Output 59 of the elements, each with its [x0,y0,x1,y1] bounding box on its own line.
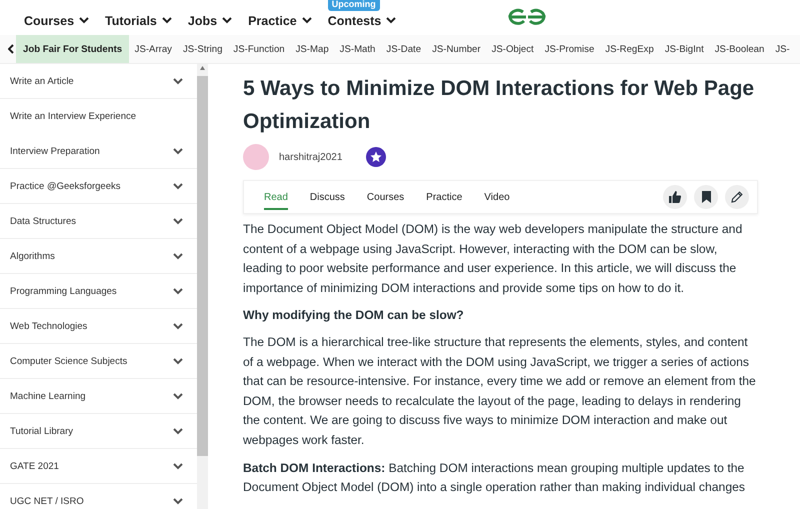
article-paragraph: The Document Object Model (DOM) is the way web developers manipulate the structure and content of a webpage using JavaScript. However, interacting with the DOM can be slow, leading to poor website performance and user experience. In this article, we will discuss the importance of minimizing DOM interactions and provide some tips on how to do it. [243,221,744,297]
like-button[interactable] [663,185,687,209]
bookmark-icon [702,191,710,203]
chevron-down-icon [173,182,183,190]
logo-icon[interactable] [507,7,547,27]
article-tab[interactable]: Courses [366,184,404,210]
tag-link[interactable]: JS-Boolean [709,35,770,63]
tag-link[interactable]: JS-Number [426,35,486,63]
author-name[interactable]: harshitraj2021 [279,152,342,162]
tag-link[interactable]: JS-Array [129,35,178,63]
tag-link[interactable]: JS-String [177,35,228,63]
tag-link[interactable]: JS-BigInt [659,35,710,63]
tag-link[interactable]: JS-Date [380,35,427,63]
star-badge-icon [366,147,386,167]
chevron-down-icon [173,218,183,224]
tag-link[interactable]: JS-Map [290,35,334,63]
tag-link[interactable]: JS-Math [334,35,381,63]
tag-link[interactable]: JS-Function [228,35,290,63]
edit-button[interactable] [725,185,749,209]
chevron-down-icon [173,358,183,364]
chevron-down-icon [173,428,183,434]
article-paragraph: The DOM is a hierarchical tree-like structure that represents the elements, styles, and content of a webpage. When we interact with the DOM using JavaScript, we trigger a series of actions that can be resource-intensive. For instance, every time we add or remove an element from the DOM, the browser needs to recalculate the layout of the page, leading to delays in rendering the content. We are going to discuss five ways to minimize DOM interaction and make out webpages work faster. [243,334,757,449]
chevron-down-icon [173,498,183,504]
chevron-down-icon [173,252,183,260]
tag-link[interactable]: JS- [770,35,796,63]
tag-link[interactable]: JS-RegExp [600,35,660,63]
article-paragraph: Batch DOM Interactions: Batching DOM interactions mean grouping multiple updates to the Document Object Model (DOM) into a single operation rather than making individual changes [243,460,746,496]
article-tab[interactable]: Read [264,184,288,210]
article-title: 5 Ways to Minimize DOM Interactions for Web Page Optimization [243,76,756,135]
tag-link[interactable]: JS-Object [486,35,540,63]
nav-menu-button[interactable]: Jobs [188,14,232,28]
nav-menu-button[interactable]: Practice [248,14,312,28]
chevron-down-icon [79,17,90,24]
chevron-down-icon [386,17,396,24]
nav-menu-button[interactable]: Tutorials [105,14,172,28]
chevron-down-icon [222,17,232,24]
chevron-down-icon [173,392,183,400]
chevron-down-icon [173,462,183,470]
chevron-down-icon [173,148,183,154]
upcoming-badge: Upcoming [328,0,380,10]
chevron-down-icon [173,288,183,294]
nav-menu-button[interactable]: Courses [24,14,90,28]
sidebar-item[interactable]: Write an Interview Experience [0,99,197,134]
scroll-up-icon[interactable] [200,66,205,70]
chevron-down-icon [162,17,172,24]
tag-link[interactable]: JS-Promise [539,35,600,63]
article-tab[interactable]: Discuss [310,184,345,210]
nav-menu-button[interactable]: Contests [328,14,396,28]
chevron-down-icon [302,17,312,24]
chevron-down-icon [173,78,183,84]
chevron-left-icon[interactable] [8,44,14,54]
pencil-icon [731,191,743,203]
bookmark-button[interactable] [694,185,718,209]
thumbs-up-icon [669,191,681,203]
article-tab[interactable]: Practice [426,184,462,210]
article-tab[interactable]: Video [484,184,510,210]
chevron-down-icon [173,322,183,330]
tag-link[interactable]: Job Fair For Students [16,35,130,63]
section-heading: Why modifying the DOM can be slow? [243,307,465,324]
